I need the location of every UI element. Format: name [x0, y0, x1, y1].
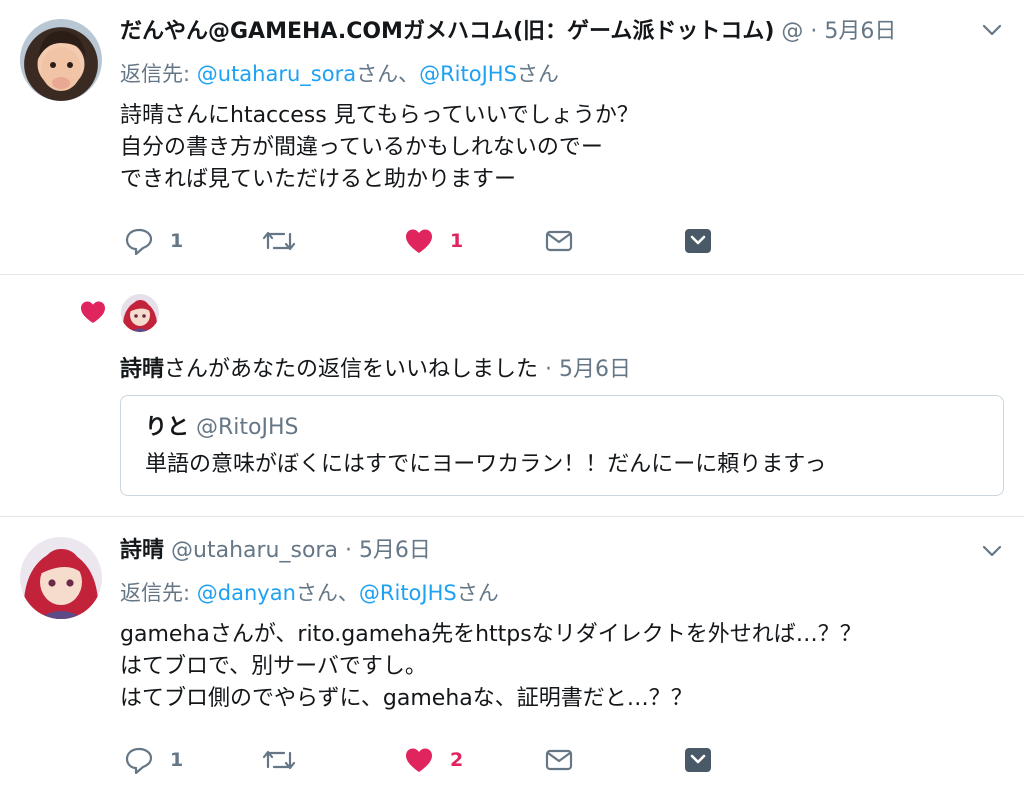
- reply-to: 返信先: @danyanさん、@RitoJHSさん: [120, 577, 499, 609]
- tweet-line: 詩晴さんにhtaccess 見てもらっていいでしょうか？: [120, 103, 639, 128]
- tweet-line: 自分の書き方が間違っているかもしれないのでー: [120, 135, 603, 160]
- reply-user-link[interactable]: @RitoJHS: [359, 581, 457, 605]
- reply-to-suffix: さん: [516, 62, 559, 86]
- retweet-button[interactable]: [262, 747, 296, 773]
- notification-message: さんがあなたの返信をいいねしました: [164, 357, 539, 382]
- avatar-danyan[interactable]: [20, 19, 102, 101]
- liker-name[interactable]: 詩晴: [120, 357, 164, 382]
- author-name[interactable]: 詩晴: [120, 538, 164, 563]
- retweet-icon: [262, 750, 296, 770]
- child-photo-icon: [38, 31, 86, 91]
- chevron-down-icon[interactable]: [982, 543, 1002, 562]
- anime-girl-avatar-icon: [122, 300, 158, 332]
- reply-icon: [125, 747, 153, 774]
- retweet-icon: [262, 231, 296, 251]
- tweet-body: 詩晴さんにhtaccess 見てもらっていいでしょうか？ 自分の書き方が間違って…: [120, 100, 639, 196]
- anime-girl-avatar-icon: [23, 549, 99, 619]
- like-icon: [406, 748, 432, 772]
- reply-button[interactable]: 1: [124, 227, 183, 255]
- reply-to-suffix: さん: [456, 581, 499, 605]
- notification-text: 詩晴さんがあなたの返信をいいねしました · 5月6日: [120, 354, 631, 386]
- separator-dot: ·: [810, 19, 818, 44]
- bookmark-button[interactable]: [684, 228, 712, 254]
- avatar-utaharu[interactable]: [20, 537, 102, 619]
- separator-dot: ·: [344, 538, 352, 563]
- like-button[interactable]: 1: [404, 227, 463, 255]
- divider: [0, 274, 1024, 275]
- tweet-date[interactable]: 5月6日: [824, 19, 896, 44]
- notification-heart-icon: [79, 299, 107, 329]
- separator-dot: ·: [545, 357, 553, 382]
- chevron-down-icon[interactable]: [982, 22, 1002, 41]
- reply-count: 1: [170, 749, 184, 771]
- tweet-date[interactable]: 5月6日: [359, 538, 431, 563]
- like-icon: [406, 229, 432, 253]
- reply-to: 返信先: @utaharu_soraさん、@RitoJHSさん: [120, 58, 559, 90]
- quoted-author-handle: @RitoJHS: [196, 415, 299, 440]
- tweet-line: できれば見ていただけると助かりますー: [120, 167, 517, 192]
- like-count: 2: [450, 749, 464, 771]
- avatar-utaharu-small[interactable]: [121, 294, 159, 332]
- reply-button[interactable]: 1: [124, 746, 183, 774]
- dm-button[interactable]: [545, 229, 573, 253]
- dm-button[interactable]: [545, 748, 573, 772]
- retweet-button[interactable]: [262, 228, 296, 254]
- quoted-tweet-text: 単語の意味がぼくにはすでにヨーワカラン！！だんにーに頼りますっ: [145, 452, 827, 477]
- dm-icon: [545, 230, 573, 252]
- like-button[interactable]: 2: [404, 746, 463, 774]
- bookmark-button[interactable]: [684, 747, 712, 773]
- like-count: 1: [450, 230, 464, 252]
- author-handle[interactable]: @utaharu_sora: [171, 538, 338, 563]
- tweet-body: gamehaさんが、rito.gameha先をhttpsなリダイレクトを外せれば…: [120, 619, 862, 715]
- reply-user-link[interactable]: @RitoJHS: [419, 62, 517, 86]
- dm-icon: [545, 749, 573, 771]
- author-handle[interactable]: @: [781, 19, 803, 44]
- author-name[interactable]: だんやん@GAMEHA.COMガメハコム(旧：ゲーム派ドットコム): [120, 19, 774, 44]
- reply-icon: [125, 228, 153, 255]
- bookmark-icon: [685, 748, 711, 772]
- notification-date: 5月6日: [559, 357, 632, 382]
- quoted-tweet-card[interactable]: りと @RitoJHS 単語の意味がぼくにはすでにヨーワカラン！！だんにーに頼り…: [120, 395, 1004, 496]
- reply-to-label: 返信先:: [120, 62, 191, 86]
- reply-to-joiner: さん、: [356, 62, 420, 86]
- quoted-author-name: りと: [145, 415, 190, 440]
- reply-to-label: 返信先:: [120, 581, 191, 605]
- reply-to-joiner: さん、: [295, 581, 359, 605]
- reply-user-link[interactable]: @danyan: [197, 581, 296, 605]
- divider: [0, 516, 1024, 517]
- reply-user-link[interactable]: @utaharu_sora: [197, 62, 356, 86]
- reply-count: 1: [170, 230, 184, 252]
- tweet-line: gamehaさんが、rito.gameha先をhttpsなリダイレクトを外せれば…: [120, 622, 862, 647]
- bookmark-icon: [685, 229, 711, 253]
- tweet-line: はてブロで、別サーバですし。: [120, 654, 427, 679]
- tweet-line: はてブロ側のでやらずに、gamehaな、証明書だと…？？: [120, 686, 693, 711]
